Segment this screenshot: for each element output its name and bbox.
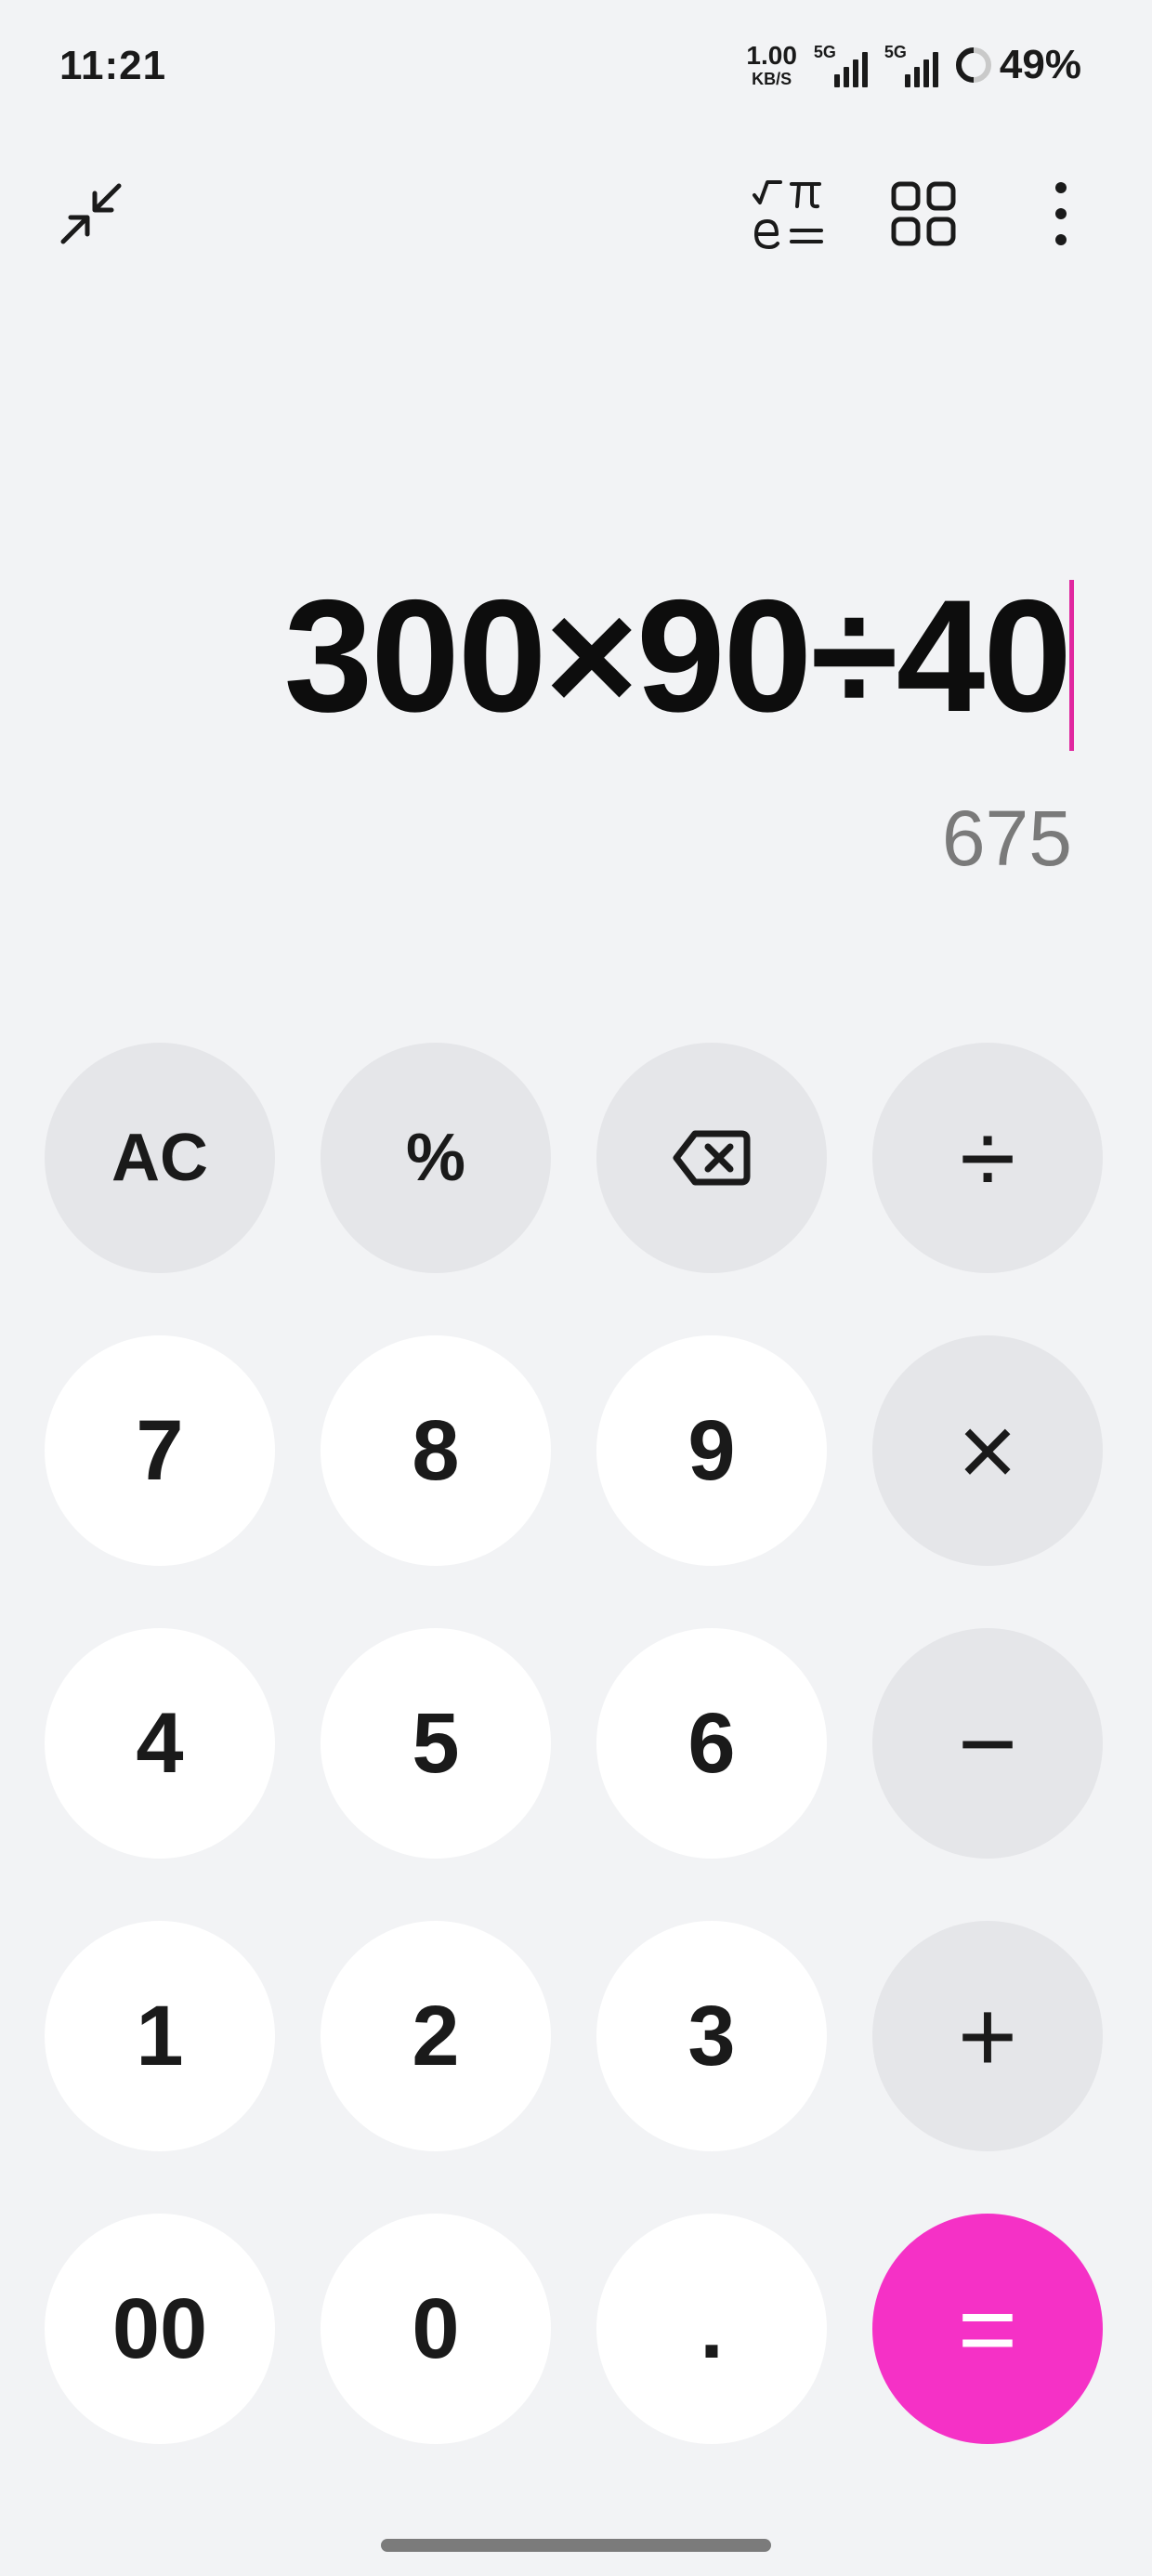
sim1-signal-icon: 5G [814,43,868,87]
digit-5-button[interactable]: 5 [321,1628,551,1859]
status-indicators: 1.00 KB/S 5G 5G 49% [746,37,1081,93]
more-vertical-icon[interactable] [1015,167,1107,260]
battery-ring-icon [955,47,991,83]
network-speed-value: 1.00 [746,41,797,70]
clear-all-button[interactable]: AC [45,1043,275,1273]
keypad: AC % ÷ 7 8 9 × 4 5 6 − 1 2 3 + 00 0 . = [45,1043,1104,2444]
scientific-mode-icon[interactable] [741,167,834,260]
status-time: 11:21 [59,43,167,88]
grid-apps-icon[interactable] [877,167,970,260]
digit-3-button[interactable]: 3 [596,1921,827,2151]
digit-0-button[interactable]: 0 [321,2214,551,2444]
digit-6-button[interactable]: 6 [596,1628,827,1859]
battery-percent: 49% [999,42,1081,87]
double-zero-button[interactable]: 00 [45,2214,275,2444]
status-bar: 11:21 1.00 KB/S 5G 5G 49% [0,0,1152,139]
multiply-button[interactable]: × [872,1335,1103,1566]
battery-indicator: 49% [955,42,1081,88]
text-cursor [1069,580,1074,751]
subtract-button[interactable]: − [872,1628,1103,1859]
digit-2-button[interactable]: 2 [321,1921,551,2151]
collapse-arrows-icon[interactable] [45,167,137,260]
network-speed: 1.00 KB/S [746,41,797,88]
digit-8-button[interactable]: 8 [321,1335,551,1566]
digit-9-button[interactable]: 9 [596,1335,827,1566]
sim2-network-type: 5G [884,43,907,61]
expression-display[interactable]: 300×90÷40 [284,576,1072,736]
divide-button[interactable]: ÷ [872,1043,1103,1273]
backspace-icon [673,1130,751,1186]
digit-7-button[interactable]: 7 [45,1335,275,1566]
percent-button[interactable]: % [321,1043,551,1273]
result-preview: 675 [941,795,1072,882]
home-indicator[interactable] [381,2539,771,2552]
add-button[interactable]: + [872,1921,1103,2151]
sim1-network-type: 5G [813,43,836,61]
toolbar [0,167,1152,260]
decimal-point-button[interactable]: . [596,2214,827,2444]
calculator-screen: 11:21 1.00 KB/S 5G 5G 49% 300×90÷40 675 … [0,0,1152,2576]
digit-4-button[interactable]: 4 [45,1628,275,1859]
sim2-signal-icon: 5G [884,43,938,87]
digit-1-button[interactable]: 1 [45,1921,275,2151]
equals-button[interactable]: = [872,2214,1103,2444]
backspace-button[interactable] [596,1043,827,1273]
network-speed-unit: KB/S [752,70,792,88]
